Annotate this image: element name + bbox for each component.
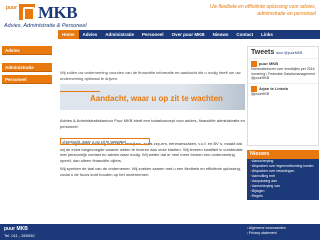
quote-box: Aandacht, waar u op zit te wachten! (60, 138, 150, 145)
nav-item-contact[interactable]: Contact (232, 30, 257, 39)
tweets-title: Tweets (251, 49, 275, 56)
banner-accent-line (60, 91, 100, 92)
news-header: Nieuws (247, 150, 319, 159)
logo-badge-icon (19, 4, 35, 21)
logo-tagline: Advies, Administratie & Personeel (4, 23, 87, 29)
tweet-text: Nominatieborrel over Inwdbijles per 2016… (251, 67, 316, 80)
sidebar-item-personeel[interactable]: Personeel (2, 75, 52, 84)
tweets-header: Tweets door @puurMKB (248, 47, 318, 58)
main-navigation: Home Advies Administratie Personeel Over… (58, 30, 320, 39)
nav-item-advies[interactable]: Advies (79, 30, 102, 39)
avatar (251, 85, 257, 92)
news-panel: Nieuws Aanscherping Afspraken over tegem… (247, 150, 319, 200)
sidebar-item-advies[interactable]: Advies (2, 46, 52, 55)
footer: puur MKB Tel. 011 - 260030 Algemene voor… (0, 224, 320, 240)
tweet-item[interactable]: puur MKB Nominatieborrel over Inwdbijles… (248, 58, 318, 83)
news-item[interactable]: Regels (247, 194, 319, 199)
hero-banner: Aandacht, waar u op zit te wachten (60, 84, 245, 110)
twitter-widget: Tweets door @puurMKB puur MKB Nominatieb… (247, 46, 319, 146)
tweet-text: @puurMKB (251, 91, 270, 96)
main-intro-text: Wij zullen uw onderneming voorzien van d… (60, 70, 241, 81)
article-paragraph-3: Wij spreken de taal van de ondernemer. W… (60, 166, 241, 177)
logo-brand-text: MKB (38, 3, 78, 22)
sidebar-item-administratie[interactable]: Administratie (2, 63, 52, 72)
tweets-handle-link[interactable]: door @puurMKB (276, 51, 302, 55)
nav-item-personeel[interactable]: Personeel (138, 30, 168, 39)
main-intro-block: Wij zullen uw onderneming voorzien van d… (60, 40, 245, 81)
footer-phone: Tel. 011 - 260030 (4, 233, 35, 238)
banner-headline: Aandacht, waar u op zit te wachten (90, 94, 223, 103)
sidebar: Advies Administratie Personeel (2, 46, 52, 87)
nav-item-home[interactable]: Home (58, 30, 79, 39)
tweet-item[interactable]: Arjan te Lintelo @puurMKB (248, 82, 318, 99)
nav-item-links[interactable]: Links (257, 30, 277, 39)
header-slogan: Uw flexibele en efficiënte oplossing voo… (209, 4, 316, 17)
footer-links: Algemene voorwaarden Privacy statement (247, 226, 317, 236)
nav-item-over-puur-mkb[interactable]: Over puur MKB (168, 30, 209, 39)
logo-puur-text: puur (6, 5, 18, 11)
tweet-author[interactable]: Arjan te Lintelo (259, 85, 288, 91)
nav-item-administratie[interactable]: Administratie (101, 30, 138, 39)
article: Advies & Administratiekantoor Puur MKB b… (60, 118, 245, 180)
logo[interactable]: puur MKB Advies, Administratie & Persone… (2, 3, 100, 29)
article-paragraph-1: Advies & Administratiekantoor Puur MKB b… (60, 118, 245, 129)
nav-item-nieuws[interactable]: Nieuws (209, 30, 233, 39)
footer-title: puur MKB (4, 226, 28, 232)
tweet-author[interactable]: puur MKB (259, 61, 278, 66)
footer-link[interactable]: Privacy statement (247, 231, 317, 236)
